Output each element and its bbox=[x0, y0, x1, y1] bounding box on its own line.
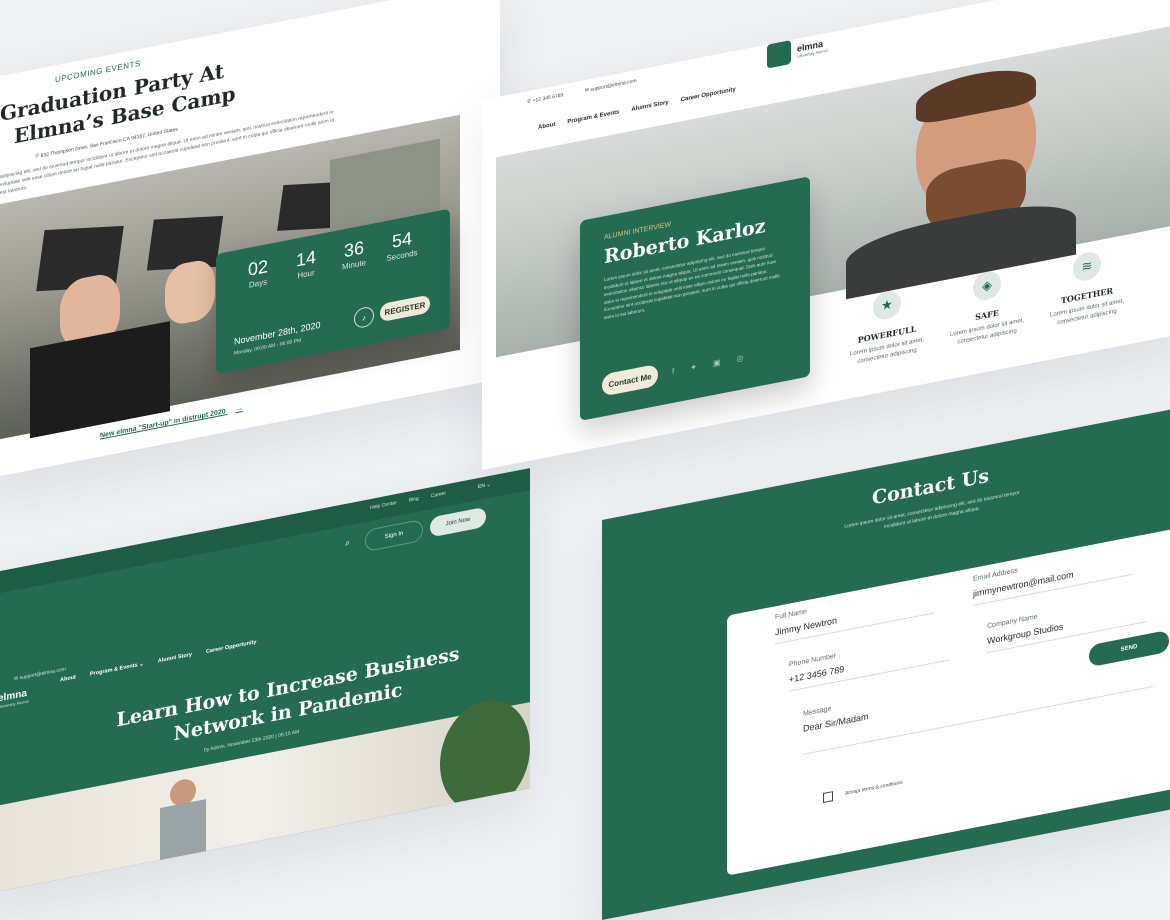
instagram-icon[interactable]: ◎ bbox=[737, 353, 744, 363]
arrow-right-icon: → bbox=[235, 404, 243, 414]
terms-checkbox-row[interactable]: Accept terms & conditions bbox=[823, 778, 903, 804]
countdown-hours: 14 Hour bbox=[282, 244, 330, 283]
terms-checkbox[interactable] bbox=[823, 791, 833, 804]
layers-icon: ≋ bbox=[1073, 249, 1101, 284]
facebook-icon[interactable]: f bbox=[672, 367, 674, 376]
mail-icon: ✉ bbox=[14, 675, 19, 683]
join-now-button[interactable]: Join Now bbox=[430, 506, 486, 538]
social-icons: f ✦ ▣ ◎ bbox=[672, 353, 743, 376]
mail-icon: ✉ bbox=[584, 87, 589, 95]
terms-label: Accept terms & conditions bbox=[845, 779, 903, 797]
sign-in-button[interactable]: Sign In bbox=[365, 518, 423, 553]
nav-about[interactable]: About bbox=[60, 674, 76, 683]
countdown-seconds: 54 Seconds bbox=[378, 225, 426, 264]
linkedin-icon[interactable]: ▣ bbox=[713, 358, 721, 368]
countdown-days: 02 Days bbox=[234, 253, 282, 292]
blog-email: ✉ support@elmna.com bbox=[14, 666, 66, 682]
alumni-logo: elmna University Alumni bbox=[767, 33, 828, 69]
event-panel: UPCOMING EVENTS Graduation Party At Elmn… bbox=[0, 0, 500, 480]
nav-alumni-story[interactable]: Alumni Story bbox=[631, 100, 668, 113]
nav-program-events[interactable]: Program & Events ⌄ bbox=[90, 661, 144, 677]
phone-field[interactable]: Phone Number +12 3456 789 bbox=[789, 631, 949, 692]
countdown-minutes: 36 Minute bbox=[330, 235, 378, 274]
email-field[interactable]: Email Address jimmynewtron@mail.com bbox=[973, 545, 1133, 606]
blog-photo bbox=[0, 692, 530, 895]
chevron-down-icon: ⌄ bbox=[486, 481, 491, 489]
phone-icon: ✆ bbox=[527, 98, 532, 106]
blog-email-text: support@elmna.com bbox=[19, 666, 66, 682]
blog-brand: elmna University Alumni bbox=[0, 688, 29, 710]
star-icon: ★ bbox=[873, 288, 901, 322]
nav-career[interactable]: Career Opportunity bbox=[681, 87, 736, 104]
contact-me-button[interactable]: Contact Me bbox=[602, 363, 658, 397]
alumni-topbar: ✆ +12 345 6789 ✉ support@elmna.com bbox=[527, 78, 637, 105]
alumni-panel: ✆ +12 345 6789 ✉ support@elmna.com elmna… bbox=[482, 0, 1170, 471]
reminder-bell-button[interactable]: ♪ bbox=[354, 305, 374, 330]
contact-form-card: Full Name Jimmy Newtron Email Address ji… bbox=[727, 526, 1170, 876]
nav-alumni-story[interactable]: Alumni Story bbox=[158, 652, 192, 665]
full-name-field[interactable]: Full Name Jimmy Newtron bbox=[775, 583, 935, 645]
nav-about[interactable]: About bbox=[538, 122, 555, 131]
chevron-down-icon: ⌄ bbox=[139, 661, 144, 669]
alumni-email: support@elmna.com bbox=[590, 77, 637, 93]
bell-icon: ♪ bbox=[362, 312, 366, 323]
location-pin-icon: ⌾ bbox=[35, 152, 40, 161]
register-button[interactable]: REGISTER bbox=[380, 294, 430, 323]
blog-nav: About Program & Events ⌄ Alumni Story Ca… bbox=[60, 639, 256, 683]
alumni-phone: +12 345 6789 bbox=[532, 92, 564, 105]
search-icon[interactable]: ⌕ bbox=[345, 537, 350, 549]
twitter-icon[interactable]: ✦ bbox=[690, 362, 697, 372]
portrait bbox=[826, 55, 1076, 300]
nav-program-events[interactable]: Program & Events bbox=[567, 109, 619, 125]
nav-career[interactable]: Career Opportunity bbox=[206, 639, 256, 655]
nav-program-events-label[interactable]: Program & Events bbox=[90, 662, 138, 677]
logo-badge-icon bbox=[767, 39, 791, 69]
blog-panel: Help Center Blog Career EN ⌄ ⌕ Sign In J… bbox=[0, 468, 530, 895]
contact-panel: Contact Us Lorem ipsum dolor sit amet, c… bbox=[602, 405, 1170, 920]
shield-icon: ◈ bbox=[973, 269, 1001, 303]
